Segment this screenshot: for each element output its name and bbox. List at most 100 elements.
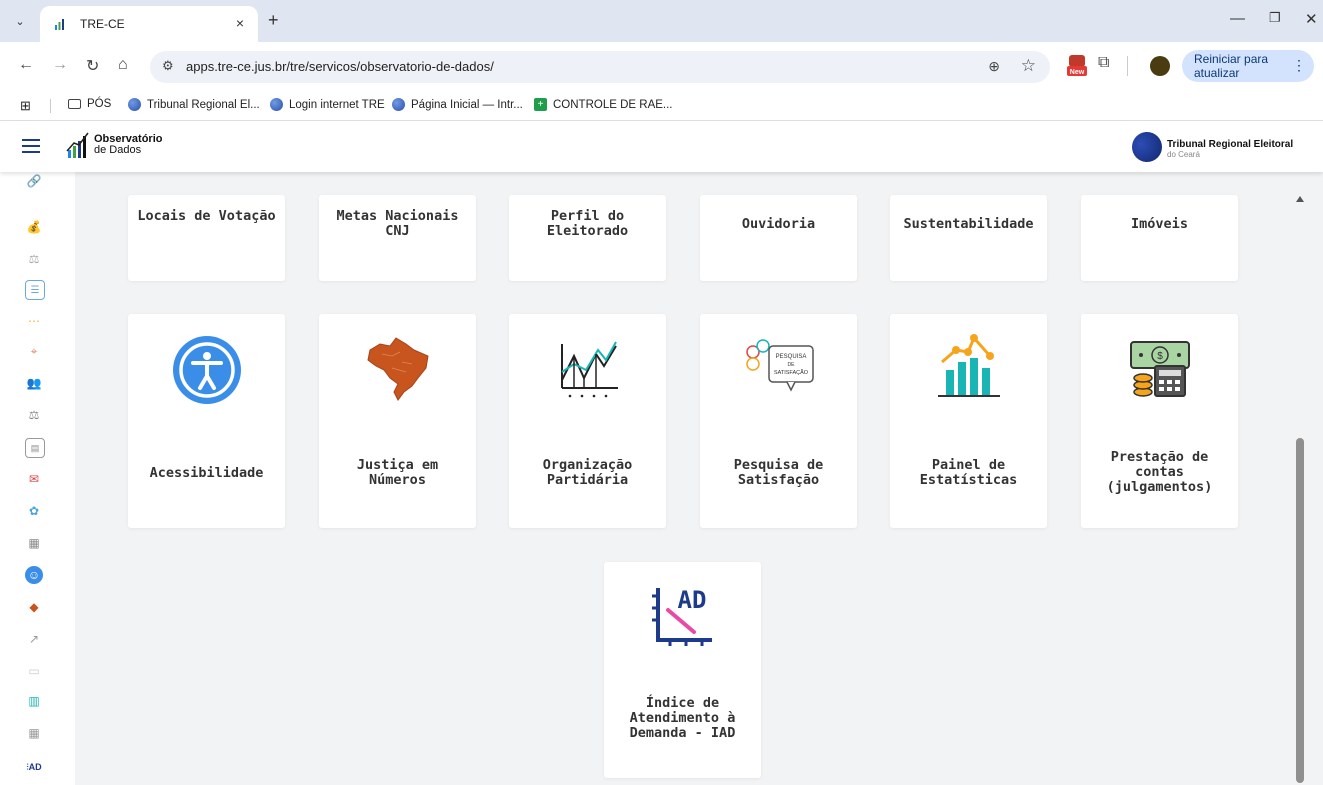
card-acessibilidade[interactable]: Acessibilidade	[128, 314, 285, 528]
bookmark-label: Página Inicial — Intr...	[411, 98, 523, 111]
iad-icon[interactable]: ⫶ AD	[25, 758, 43, 776]
survey-text-1: PESQUISA	[775, 354, 806, 360]
card-ouvidoria[interactable]: Ouvidoria	[700, 195, 857, 281]
bookmarks-bar: ⊞ PÓS Tribunal Regional El... Login inte…	[0, 92, 1323, 121]
card-metas-nacionais[interactable]: Metas Nacionais CNJ	[319, 195, 476, 281]
line-chart-icon[interactable]: ↗	[25, 630, 43, 648]
site-info-icon[interactable]: ⚙	[162, 58, 174, 74]
main-content: Locais de Votação Metas Nacionais CNJ Pe…	[75, 172, 1292, 785]
bookmark-label: CONTROLE DE RAE...	[553, 98, 673, 111]
observatorio-logo-icon[interactable]	[66, 131, 90, 159]
bookmark-divider	[50, 99, 51, 113]
favicon-bars-icon	[55, 19, 64, 30]
address-bar[interactable]: ⚙ apps.tre-ce.jus.br/tre/servicos/observ…	[150, 51, 1050, 83]
card-label: Pesquisa de Satisfação	[733, 457, 824, 488]
svg-text:$: $	[1157, 351, 1163, 362]
iad-chart-icon: AD	[651, 586, 712, 646]
users-icon[interactable]: 👥	[25, 374, 43, 392]
card-perfil-eleitorado[interactable]: Perfil do Eleitorado	[509, 195, 666, 281]
restart-to-update-button[interactable]: Reiniciar para atualizar ⋮	[1182, 50, 1314, 82]
site-logo-text[interactable]: Observatório de Dados	[94, 134, 162, 156]
card-label: Painel de Estatísticas	[919, 457, 1018, 488]
org-subname: do Ceará	[1167, 150, 1200, 159]
network-icon[interactable]: ⋯	[25, 312, 43, 330]
bookmark-label: Tribunal Regional El...	[147, 98, 260, 111]
bookmark-tribunal[interactable]: Tribunal Regional El...	[128, 98, 260, 111]
scales-icon[interactable]: ⚖	[25, 406, 43, 424]
survey-icon: PESQUISA DE SATISFAÇÃO	[745, 339, 814, 392]
document-icon[interactable]: ▤	[25, 438, 45, 458]
card-label: Metas Nacionais CNJ	[336, 208, 459, 239]
new-tab-button[interactable]: +	[268, 10, 279, 31]
scroll-up-arrow[interactable]	[1296, 196, 1304, 202]
money-bag-icon[interactable]: 💰	[25, 218, 43, 236]
accessibility-icon	[172, 336, 241, 404]
bookmark-controle[interactable]: + CONTROLE DE RAE...	[534, 98, 673, 111]
brazil-map-icon[interactable]: ◆	[25, 598, 43, 616]
hamburger-menu-icon[interactable]	[22, 139, 40, 153]
calculator-icon[interactable]: ▦	[25, 724, 43, 742]
close-tab-icon[interactable]: ×	[236, 15, 244, 31]
browser-tabstrip: ⌄ TRE-CE × + — ❐ ✕	[0, 0, 1323, 42]
card-label: Sustentabilidade	[903, 216, 1034, 232]
bar-chart-icon[interactable]: ▥	[25, 692, 43, 710]
card-iad[interactable]: AD Índice de Atendimento à Demanda - IAD	[604, 562, 761, 778]
card-label: Locais de Votação	[137, 208, 276, 224]
bookmark-pagina-inicial[interactable]: Página Inicial — Intr...	[392, 98, 523, 111]
brazil-map-icon	[366, 337, 429, 401]
new-badge-text: New	[1070, 69, 1085, 76]
nodes-icon[interactable]: ✿	[25, 502, 43, 520]
reload-icon[interactable]: ↻	[86, 56, 99, 76]
line-chart-icon	[560, 341, 618, 398]
new-extension-icon[interactable]: New	[1066, 53, 1088, 79]
card-label: Prestação de contas (julgamentos)	[1106, 449, 1213, 495]
card-label: Organização Partidária	[542, 457, 633, 488]
card-sustentabilidade[interactable]: Sustentabilidade	[890, 195, 1047, 281]
url-text: apps.tre-ce.jus.br/tre/servicos/observat…	[186, 59, 494, 74]
minimize-icon[interactable]: —	[1230, 10, 1245, 27]
bookmark-label: PÓS	[87, 98, 112, 110]
browser-tab[interactable]: TRE-CE ×	[40, 6, 258, 42]
card-locais-de-votacao[interactable]: Locais de Votação	[128, 195, 285, 281]
card-justica-em-numeros[interactable]: Justiça em Números	[319, 314, 476, 528]
location-person-icon[interactable]: ⌖	[25, 342, 43, 360]
tab-search-button[interactable]: ⌄	[8, 10, 32, 32]
globe-icon	[128, 98, 141, 111]
bookmark-star-icon[interactable]: ☆	[1021, 56, 1036, 76]
bookmark-pos[interactable]: PÓS	[68, 98, 111, 110]
tre-logo-icon[interactable]	[1132, 132, 1162, 162]
chat-icon[interactable]: ✉	[25, 470, 43, 488]
extensions-puzzle-icon[interactable]: ⧉	[1098, 54, 1109, 72]
sidebar-rail: 🔗 💰 ⚖ ☰ ⋯ ⌖ 👥 ⚖ ▤ ✉ ✿ ▦ ☺ ◆ ↗ ▭ ▥ ▦ ⫶ AD	[0, 172, 75, 785]
forward-icon[interactable]: →	[52, 56, 68, 74]
home-icon[interactable]: ⌂	[118, 56, 128, 74]
accessibility-icon[interactable]: ☺	[25, 566, 43, 584]
card-imoveis[interactable]: Imóveis	[1081, 195, 1238, 281]
profile-avatar[interactable]	[1150, 56, 1170, 76]
card-pesquisa-satisfacao[interactable]: PESQUISA DE SATISFAÇÃO Pesquisa de Satis…	[700, 314, 857, 528]
survey-text-3: SATISFAÇÃO	[773, 369, 808, 376]
card-painel-estatisticas[interactable]: Painel de Estatísticas	[890, 314, 1047, 528]
bookmark-login[interactable]: Login internet TRE	[270, 98, 385, 111]
card-label: Índice de Atendimento à Demanda - IAD	[629, 695, 736, 741]
back-icon[interactable]: ←	[18, 56, 34, 74]
card-organizacao-partidaria[interactable]: Organização Partidária	[509, 314, 666, 528]
apps-grid-icon[interactable]: ⊞	[20, 98, 31, 114]
restore-icon[interactable]: ❐	[1269, 10, 1281, 26]
link-icon[interactable]: 🔗	[25, 172, 43, 190]
tab-title: TRE-CE	[80, 17, 125, 31]
building-icon[interactable]: ▦	[25, 534, 43, 552]
site-header: Observatório de Dados Tribunal Regional …	[0, 121, 1323, 172]
survey-icon[interactable]: ▭	[25, 662, 43, 680]
card-label: Ouvidoria	[741, 216, 816, 232]
scrollbar-thumb[interactable]	[1296, 438, 1304, 783]
globe-icon	[270, 98, 283, 111]
people-icon[interactable]: ⚖	[25, 250, 43, 268]
browser-toolbar: ← → ↻ ⌂ ⚙ apps.tre-ce.jus.br/tre/servico…	[0, 42, 1323, 92]
browser-menu-icon[interactable]: ⋮	[1292, 57, 1306, 74]
card-prestacao-contas[interactable]: $ Prestação de contas (julgamentos)	[1081, 314, 1238, 528]
zoom-icon[interactable]: ⊕	[988, 58, 1000, 75]
money-calculator-icon: $	[1129, 341, 1190, 397]
window-close-icon[interactable]: ✕	[1305, 10, 1318, 28]
checklist-icon[interactable]: ☰	[25, 280, 45, 300]
